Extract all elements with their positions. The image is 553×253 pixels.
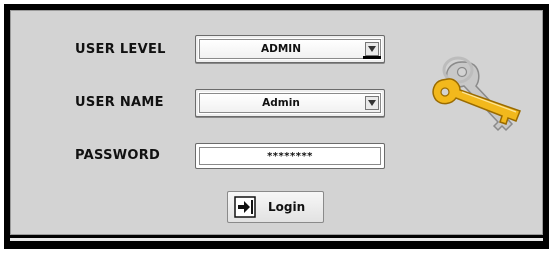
login-button[interactable]: Login: [227, 191, 324, 223]
user-level-select-shadow: [363, 56, 381, 59]
password-value: ********: [199, 147, 381, 165]
login-label: Login: [268, 200, 306, 214]
user-name-field: Admin: [199, 93, 381, 113]
user-name-select[interactable]: Admin: [195, 89, 385, 117]
password-label: PASSWORD: [75, 148, 161, 163]
user-name-value: Admin: [262, 97, 300, 109]
chevron-down-icon[interactable]: [365, 96, 379, 110]
user-level-label: USER LEVEL: [75, 42, 166, 57]
user-level-value: ADMIN: [261, 43, 301, 55]
chevron-down-icon[interactable]: [365, 42, 379, 56]
password-input[interactable]: ********: [195, 143, 385, 169]
user-name-label: USER NAME: [75, 95, 164, 110]
bottom-divider: [10, 238, 543, 241]
keys-icon: [432, 56, 521, 132]
user-level-field: ADMIN: [199, 39, 381, 59]
login-arrow-icon: [234, 196, 256, 218]
user-level-select[interactable]: ADMIN: [195, 35, 385, 63]
